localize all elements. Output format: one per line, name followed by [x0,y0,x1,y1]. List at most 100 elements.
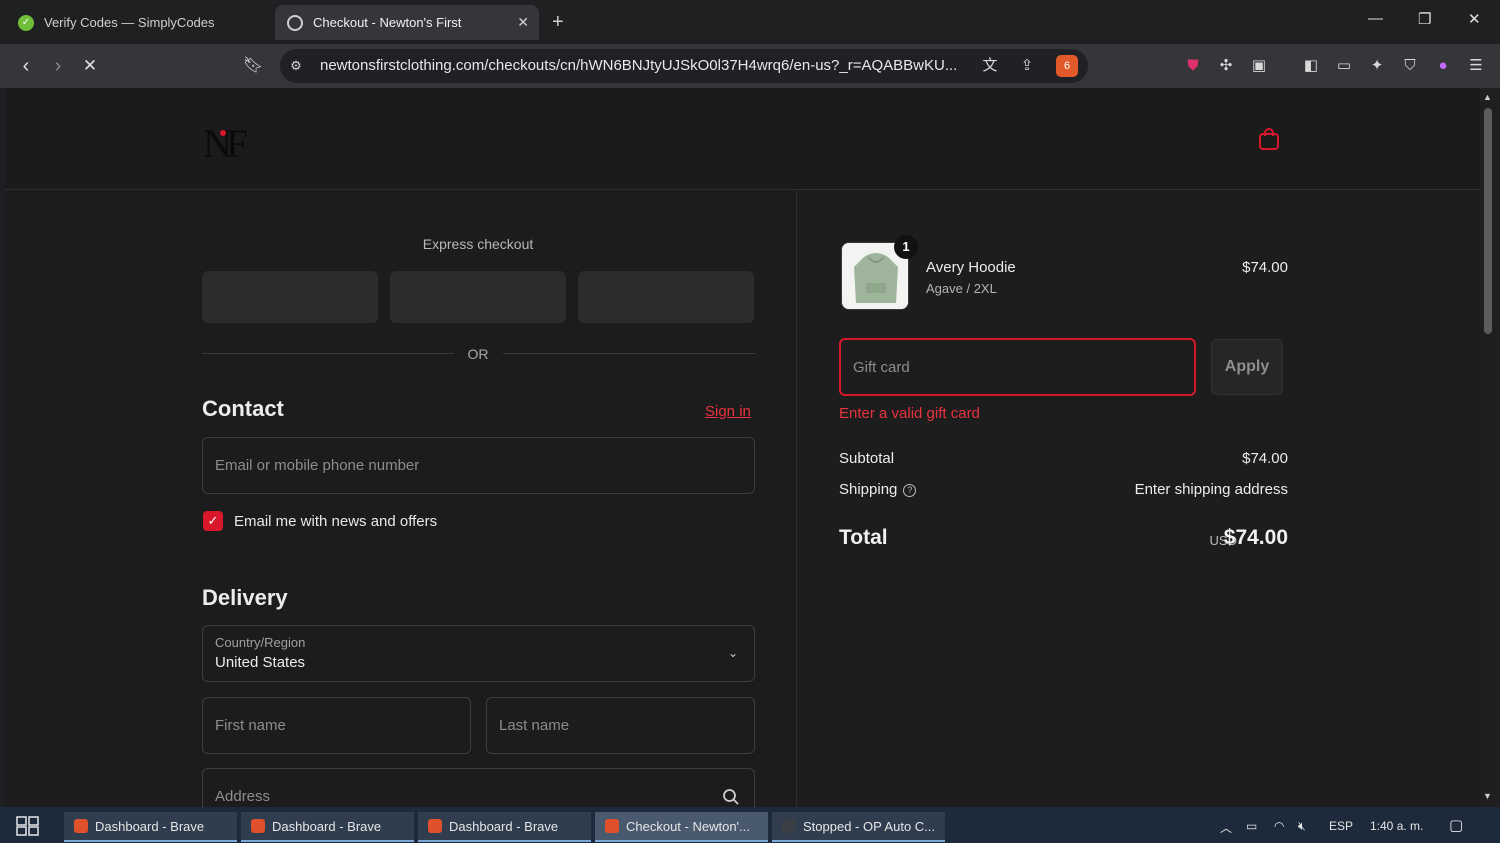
taskbar-item-dashboard[interactable]: Dashboard - Brave [418,812,591,842]
taskbar-item-checkout[interactable]: Checkout - Newton'... [595,812,768,842]
scroll-down-icon[interactable]: ▼ [1483,791,1492,801]
newsletter-checkbox[interactable]: ✓ [203,511,223,531]
tab-title: Checkout - Newton's First [313,15,462,30]
newsletter-label: Email me with news and offers [234,513,438,530]
country-value: United States [215,654,306,671]
total-label: Total [839,526,888,549]
new-tab-icon[interactable]: + [552,11,564,34]
language-indicator[interactable]: ESP [1329,819,1353,833]
minimize-icon[interactable]: — [1368,10,1383,27]
taskbar-label: Checkout - Newton'... [626,818,750,834]
leo-ai-icon[interactable]: ✦ [1367,56,1387,76]
brave-icon [605,819,619,833]
express-checkout-title: Express checkout [422,236,534,252]
task-view-icon[interactable] [16,816,40,836]
checkout-page: NF Express checkout OR Contact Sign in E… [5,88,1480,807]
menu-icon[interactable]: ☰ [1466,56,1486,76]
extensions-icon[interactable]: ✣ [1216,56,1236,76]
shipping-value: Enter shipping address [1134,481,1288,498]
contact-heading: Contact [202,396,284,421]
taskbar-item-op-auto[interactable]: Stopped - OP Auto C... [772,812,945,842]
wifi-icon[interactable]: ◠ [1274,819,1284,833]
tab-checkout[interactable]: Checkout - Newton's First ✕ [275,5,539,40]
last-name-field[interactable]: Last name [486,697,755,754]
browser-tabstrip: ✓ Verify Codes — SimplyCodes Checkout - … [0,0,1500,44]
site-settings-icon[interactable]: ⚙ [286,56,306,76]
gift-card-error: Enter a valid gift card [839,405,980,422]
express-button-2[interactable] [390,271,566,323]
country-select[interactable]: Country/Region United States ⌄ [202,625,755,682]
apply-button[interactable]: Apply [1211,339,1283,395]
url-text: newtonsfirstclothing.com/checkouts/cn/hW… [320,57,958,74]
shipping-row: Shipping? [839,481,917,498]
loading-icon [287,14,303,31]
tab-search-icon[interactable]: ▣ [1249,56,1269,76]
product-variant: Agave / 2XL [926,281,997,296]
scroll-up-icon[interactable]: ▲ [1483,92,1492,102]
gift-card-placeholder: Gift card [853,359,910,376]
shopping-bag-icon[interactable] [1258,128,1280,150]
brave-shields-icon[interactable]: 6 [1056,55,1078,77]
scroll-thumb[interactable] [1484,108,1492,334]
wallet-icon[interactable]: ▭ [1334,56,1354,76]
restore-icon[interactable]: ❐ [1418,10,1431,28]
share-icon[interactable]: ⇪ [1017,56,1037,76]
back-icon[interactable]: ‹ [14,54,38,78]
tab-simplycodes[interactable]: ✓ Verify Codes — SimplyCodes [6,5,268,40]
brave-icon [428,819,442,833]
chevron-down-icon: ⌄ [727,646,738,660]
forward-icon[interactable]: › [46,54,70,78]
app-icon [782,819,796,833]
store-header: NF [5,88,1480,190]
express-button-3[interactable] [578,271,754,323]
close-tab-icon[interactable]: ✕ [517,14,529,31]
stop-loading-icon[interactable]: ✕ [78,54,102,78]
delivery-heading: Delivery [202,585,288,610]
close-window-icon[interactable]: ✕ [1468,10,1481,28]
address-field[interactable]: Address [202,768,755,807]
subtotal-label: Subtotal [839,450,895,467]
show-hidden-icons-icon[interactable]: ︿ [1220,819,1232,836]
store-logo[interactable]: NF [203,120,248,167]
tab-title: Verify Codes — SimplyCodes [44,15,215,30]
sidebar-icon[interactable]: ◧ [1301,56,1321,76]
total-value: $74.00 [1223,526,1288,549]
bookmark-icon[interactable]: 🔖︎ [241,54,265,78]
shipping-label: Shipping [839,481,898,498]
product-name: Avery Hoodie [926,259,1016,276]
email-field[interactable]: Email or mobile phone number [202,437,755,494]
taskbar-item-dashboard[interactable]: Dashboard - Brave [241,812,414,842]
battery-icon[interactable]: ▭ [1246,819,1257,833]
taskbar-label: Dashboard - Brave [272,818,382,834]
rewards-icon[interactable]: ● [1433,56,1453,76]
order-summary: 1 Avery Hoodie Agave / 2XL $74.00 Gift c… [798,191,1480,807]
volume-muted-icon[interactable]: 🔇︎ [1298,819,1306,834]
page-scrollbar[interactable]: ▲ ▼ [1480,88,1500,807]
first-name-field[interactable]: First name [202,697,471,754]
search-icon [723,789,739,805]
ublock-icon[interactable]: ⛊ [1183,56,1203,76]
sign-in-link[interactable]: Sign in [705,403,751,420]
taskbar-label: Dashboard - Brave [449,818,559,834]
help-icon[interactable]: ? [903,484,917,497]
address-placeholder: Address [215,788,271,805]
gift-card-input[interactable]: Gift card [839,338,1196,396]
browser-toolbar: ‹ › ✕ 🔖︎ ⚙ newtonsfirstclothing.com/chec… [0,44,1500,88]
logo-dot [220,130,226,136]
divider [503,353,755,354]
translate-icon[interactable]: 文 [980,56,1000,76]
product-price: $74.00 [1242,259,1288,276]
or-divider-text: OR [467,346,489,362]
taskbar-item-dashboard[interactable]: Dashboard - Brave [64,812,237,842]
quantity-badge: 1 [894,235,918,259]
notifications-icon[interactable]: ▢ [1449,816,1463,834]
email-placeholder: Email or mobile phone number [215,457,420,474]
brave-icon [74,819,88,833]
brave-icon [251,819,265,833]
clock[interactable]: 1:40 a. m. [1370,819,1423,833]
vpn-icon[interactable]: ⛉ [1400,56,1420,76]
address-bar[interactable]: ⚙ newtonsfirstclothing.com/checkouts/cn/… [280,49,1088,83]
divider [202,353,454,354]
country-label: Country/Region [215,635,306,650]
express-button-1[interactable] [202,271,378,323]
